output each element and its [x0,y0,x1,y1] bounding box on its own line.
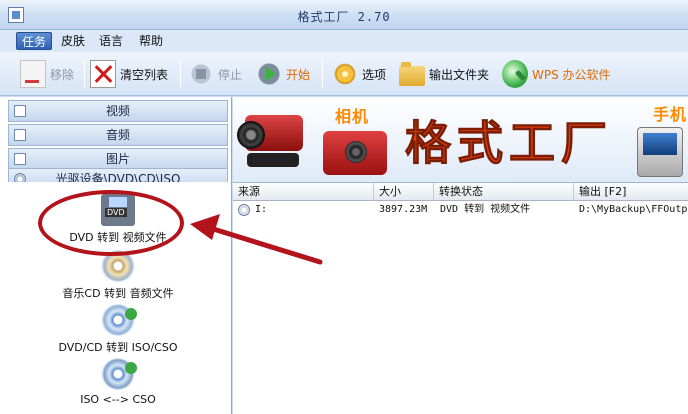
category-image[interactable]: 图片 [8,148,228,170]
clear-list-button[interactable]: 清空列表 [90,58,168,90]
baidu-watermark: Bai 经验 jingyan.baidu.com [498,320,678,400]
task-iso-cso[interactable]: ISO <--> CSO [8,358,228,406]
category-video[interactable]: 视频 [8,100,228,122]
banner: 相机 格式工厂 手机 [233,97,688,183]
menu-task[interactable]: 任务 [16,32,53,50]
camera-icon [323,131,387,175]
menu-skin[interactable]: 皮肤 [56,32,90,50]
table-row[interactable]: I: 3897.23M DVD 转到 视频文件 D:\MyBackup\FFOu… [233,202,688,218]
phone-icon [637,127,683,177]
task-dvd-cd-to-iso-label: DVD/CD 转到 ISO/CSO [58,341,178,354]
banner-phone-label: 手机 [653,105,688,124]
output-folder-button[interactable]: 输出文件夹 [399,58,489,90]
category-video-label: 视频 [105,104,130,118]
remove-button[interactable]: 移除 [20,58,74,90]
wps-label: WPS 办公软件 [532,67,611,82]
category-audio[interactable]: 音频 [8,124,228,146]
camcorder-icon [237,107,307,173]
watermark-brand-cn: 经验 [612,336,652,360]
row-status: DVD 转到 视频文件 [440,204,531,215]
col-output[interactable]: 输出 [F2] [574,183,688,201]
audio-icon [14,129,26,141]
title-bar[interactable]: 格式工厂 2.70 [0,0,688,30]
row-size: 3897.23M [379,204,428,215]
folder-icon [399,62,425,86]
output-folder-label: 输出文件夹 [429,67,490,82]
start-button[interactable]: 开始 [256,58,310,90]
stop-button[interactable]: 停止 [188,58,242,90]
wps-search-icon [502,60,528,88]
toolbar-separator [180,60,181,88]
menu-help[interactable]: 帮助 [134,32,168,50]
clear-list-icon [90,60,116,88]
toolbar: 移除 清空列表 停止 开始 选项 输出文件夹 WPS 办公软件 [0,52,688,96]
options-label: 选项 [362,67,387,82]
image-icon [14,153,26,165]
table-header: 来源 大小 转换状态 输出 [F2] [233,183,688,201]
start-icon [256,60,282,88]
remove-icon [20,60,46,88]
menu-bar: 任务 皮肤 语言 帮助 [0,30,688,52]
format-factory-window: 格式工厂 2.70 任务 皮肤 语言 帮助 移除 清空列表 停止 开始 选项 输… [0,0,688,414]
col-size[interactable]: 大小 [374,183,434,201]
task-audio-cd-to-audio[interactable]: 音乐CD 转到 音频文件 [8,250,228,301]
options-button[interactable]: 选项 [332,58,386,90]
col-status[interactable]: 转换状态 [434,183,574,201]
watermark-url: jingyan.baidu.com [532,370,634,383]
category-audio-label: 音频 [105,128,130,142]
dvd-iso-icon [101,304,137,336]
row-output: D:\MyBackup\FFOutput [579,204,688,215]
stop-label: 停止 [218,67,243,82]
start-label: 开始 [286,67,311,82]
highlight-ellipse [38,190,184,256]
banner-title: 格式工厂 [405,116,613,171]
task-dvd-cd-to-iso[interactable]: DVD/CD 转到 ISO/CSO [8,304,228,355]
toolbar-separator [322,60,323,88]
banner-camera-label: 相机 [335,107,370,126]
task-audio-cd-to-audio-label: 音乐CD 转到 音频文件 [62,287,174,300]
row-source: I: [255,204,268,215]
task-iso-cso-label: ISO <--> CSO [80,393,156,406]
video-icon [14,105,26,117]
watermark-brand: Bai [498,320,566,361]
col-source[interactable]: 来源 [233,183,374,201]
menu-language[interactable]: 语言 [94,32,128,50]
toolbar-separator [84,60,85,88]
window-title: 格式工厂 2.70 [297,10,391,24]
wps-button[interactable]: WPS 办公软件 [502,58,611,90]
stop-icon [188,60,214,88]
iso-cso-icon [101,358,137,390]
clear-list-label: 清空列表 [120,67,169,82]
remove-label: 移除 [50,67,75,82]
category-image-label: 图片 [105,152,130,166]
options-icon [332,60,358,88]
disc-icon [238,204,250,216]
